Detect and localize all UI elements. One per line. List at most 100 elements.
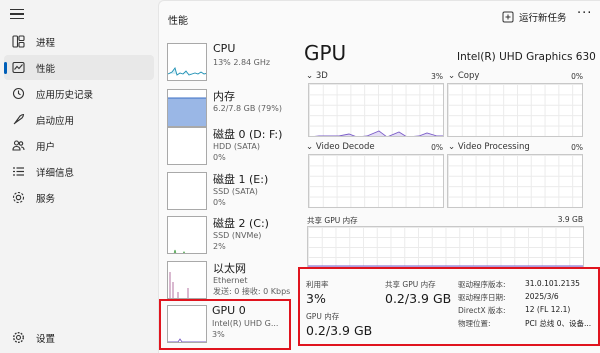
graph-video-processing-label[interactable]: ⌄ Video Processing xyxy=(448,142,530,152)
graph-copy-label-text: Copy xyxy=(457,71,480,81)
gpu-0-thumbnail-graph xyxy=(167,305,207,343)
disk-0-thumbnail-graph xyxy=(167,127,207,165)
device-detail: SSD (NVMe) 2% xyxy=(213,230,261,252)
shared-gpu-memory-value: 0.2/3.9 GB xyxy=(385,291,452,306)
page-title: 性能 xyxy=(168,16,188,27)
device-name: 以太网 xyxy=(213,262,246,275)
memory-thumbnail-graph xyxy=(167,89,207,127)
device-disk-2[interactable]: 磁盘 2 (C:) SSD (NVMe) 2% xyxy=(164,212,299,258)
processes-icon xyxy=(10,34,26,50)
device-usage: 发送: 0 接收: 0 Kbps xyxy=(213,287,291,296)
physical-location-value: PCI 总线 0、设备... xyxy=(525,319,592,328)
driver-version-value: 31.0.101.2135 xyxy=(525,279,580,288)
graph-video-decode-label[interactable]: ⌄ Video Decode xyxy=(306,142,375,152)
chevron-down-icon: ⌄ xyxy=(448,71,458,81)
nav-item-startup-apps[interactable]: 启动应用 xyxy=(4,107,154,132)
nav-item-label: 详细信息 xyxy=(36,167,75,179)
device-disk-0[interactable]: 磁盘 0 (D: F:) HDD (SATA) 0% xyxy=(164,123,299,169)
graph-video-processing xyxy=(447,154,583,208)
nav-item-processes[interactable]: 进程 xyxy=(4,29,154,54)
gpu-memory-value: 0.2/3.9 GB xyxy=(306,323,373,338)
device-name: 磁盘 1 (E:) xyxy=(213,173,269,186)
device-name: GPU 0 xyxy=(212,304,246,317)
device-detail: Intel(R) UHD G... 3% xyxy=(212,318,278,340)
startup-apps-icon xyxy=(10,112,26,128)
graph-3d-label-text: 3D xyxy=(315,71,328,81)
performance-page: 性能 运行新任务 ··· CPU 13% 2.84 GHz 内存 6.2/7.8… xyxy=(158,0,600,353)
chevron-down-icon: ⌄ xyxy=(306,142,316,152)
nav-item-services[interactable]: 服务 xyxy=(4,185,154,210)
device-type: Intel(R) UHD G... xyxy=(212,319,279,328)
run-task-icon xyxy=(502,11,514,23)
device-usage: 2% xyxy=(213,242,226,251)
run-new-task-label: 运行新任务 xyxy=(519,13,567,24)
users-icon xyxy=(10,138,26,154)
chevron-down-icon: ⌄ xyxy=(448,142,458,152)
run-new-task-button[interactable]: 运行新任务 xyxy=(502,10,567,24)
physical-location-key: 物理位置: xyxy=(458,319,491,328)
hamburger-menu-icon[interactable] xyxy=(10,9,24,21)
gpu-stats-panel: 利用率 3% 共享 GPU 内存 0.2/3.9 GB GPU 内存 0.2/3… xyxy=(298,267,600,346)
device-type: HDD (SATA) xyxy=(213,142,260,151)
device-detail: 13% 2.84 GHz xyxy=(213,58,271,67)
device-detail: Ethernet 发送: 0 接收: 0 Kbps xyxy=(213,275,290,297)
graph-video-decode-label-text: Video Decode xyxy=(315,142,375,152)
driver-date-key: 驱动程序日期: xyxy=(458,293,506,302)
device-gpu-0[interactable]: GPU 0 Intel(R) UHD G... 3% xyxy=(159,299,291,350)
nav-item-settings[interactable]: 设置 xyxy=(4,325,154,350)
disk-1-thumbnail-graph xyxy=(167,172,207,210)
nav-item-users[interactable]: 用户 xyxy=(4,133,154,158)
device-detail: HDD (SATA) 0% xyxy=(213,141,260,163)
graph-copy-label[interactable]: ⌄ Copy xyxy=(448,71,479,81)
graph-3d-percent: 3% xyxy=(431,72,443,81)
device-name: 磁盘 0 (D: F:) xyxy=(213,128,283,141)
gpu-model-name: Intel(R) UHD Graphics 630 xyxy=(457,51,596,63)
device-detail: SSD (SATA) 0% xyxy=(213,186,258,208)
device-usage: 0% xyxy=(213,153,226,162)
device-usage: 3% xyxy=(212,330,225,339)
nav-item-label: 进程 xyxy=(36,37,56,49)
app-history-icon xyxy=(10,86,26,102)
chevron-down-icon: ⌄ xyxy=(306,71,316,81)
disk-2-thumbnail-graph xyxy=(167,216,207,254)
graph-video-processing-label-text: Video Processing xyxy=(457,142,530,152)
graph-copy-percent: 0% xyxy=(571,72,583,81)
directx-version-key: DirectX 版本: xyxy=(458,306,506,315)
device-type: SSD (SATA) xyxy=(213,187,258,196)
device-type: SSD (NVMe) xyxy=(213,231,262,240)
device-usage: 0% xyxy=(213,198,226,207)
graph-video-processing-percent: 0% xyxy=(571,143,583,152)
device-cpu[interactable]: CPU 13% 2.84 GHz xyxy=(164,39,299,85)
device-name: 内存 xyxy=(213,90,235,103)
device-ethernet[interactable]: 以太网 Ethernet 发送: 0 接收: 0 Kbps xyxy=(164,257,299,303)
graph-3d-label[interactable]: ⌄ 3D xyxy=(306,71,328,81)
device-detail: 6.2/7.8 GB (79%) xyxy=(213,104,282,113)
ethernet-thumbnail-graph xyxy=(167,261,207,299)
nav-item-label: 用户 xyxy=(36,141,56,153)
utilization-value: 3% xyxy=(306,291,326,306)
shared-memory-graph-label: 共享 GPU 内存 xyxy=(307,216,358,225)
device-disk-1[interactable]: 磁盘 1 (E:) SSD (SATA) 0% xyxy=(164,168,299,214)
driver-version-key: 驱动程序版本: xyxy=(458,280,506,289)
gear-icon xyxy=(10,330,26,346)
nav-item-app-history[interactable]: 应用历史记录 xyxy=(4,81,154,106)
navigation-pane: 进程 性能 应用历史记录 启动应用 用户 详细信息 服务 设置 xyxy=(0,0,158,353)
detail-title: GPU xyxy=(304,41,347,65)
more-options-button[interactable]: ··· xyxy=(577,6,592,21)
directx-version-value: 12 (FL 12.1) xyxy=(525,305,571,314)
shared-memory-graph xyxy=(307,226,584,268)
shared-memory-graph-max: 3.9 GB xyxy=(557,215,583,224)
nav-item-label: 服务 xyxy=(36,193,56,205)
device-name: CPU xyxy=(213,42,236,55)
device-name: 磁盘 2 (C:) xyxy=(213,217,269,230)
graph-copy xyxy=(447,83,583,137)
nav-item-details[interactable]: 详细信息 xyxy=(4,159,154,184)
nav-item-performance[interactable]: 性能 xyxy=(4,55,154,80)
cpu-thumbnail-graph xyxy=(167,43,207,81)
utilization-label: 利用率 xyxy=(306,280,329,289)
driver-date-value: 2025/3/6 xyxy=(525,292,559,301)
services-icon xyxy=(10,190,26,206)
nav-item-label: 启动应用 xyxy=(36,115,75,127)
settings-label: 设置 xyxy=(36,333,56,345)
performance-icon xyxy=(10,60,26,76)
